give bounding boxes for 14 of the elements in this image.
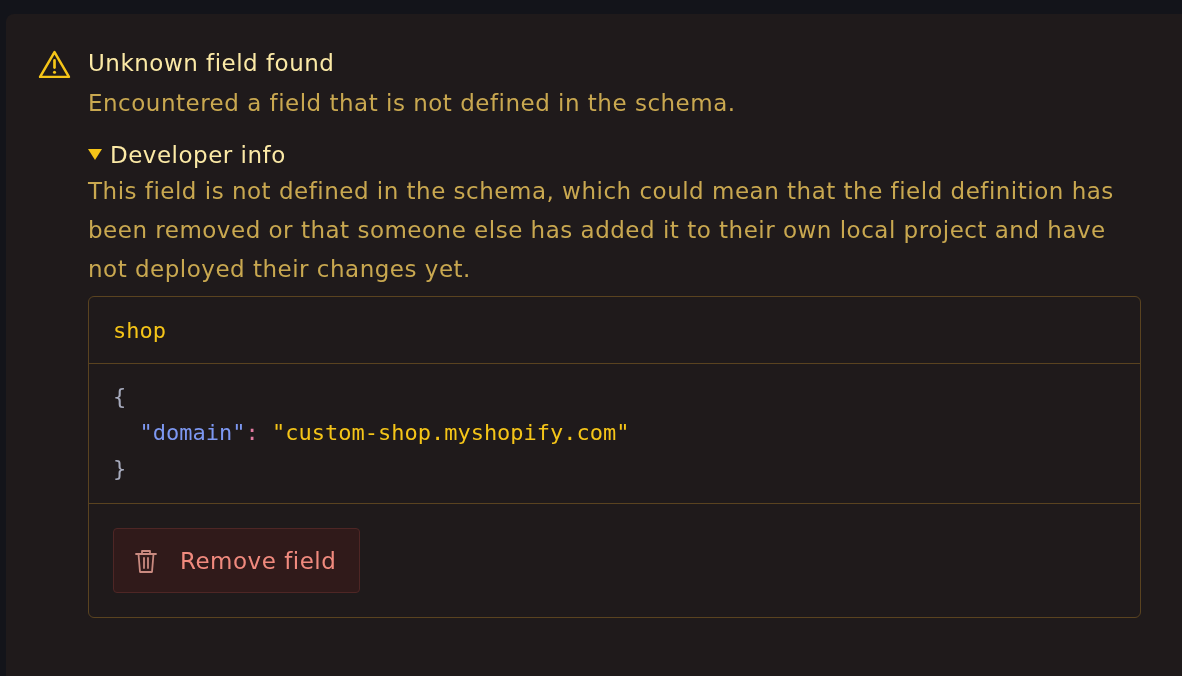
warning-icon (38, 50, 71, 79)
code-string: "custom-shop.myshopify.com" (271, 420, 630, 445)
field-name: shop (113, 317, 166, 343)
trash-icon (134, 547, 158, 574)
details-toggle[interactable]: Developer info (88, 140, 286, 170)
details-text: This field is not defined in the schema, which could mean that the field definition has been removed or that someone else has added it to their own local project and have not deployed their changes yet. (88, 177, 1115, 284)
caret-icon (88, 149, 102, 161)
alert-title: Unknown field found (88, 49, 336, 78)
code-colon: : (245, 420, 260, 445)
remove-field-button[interactable]: Remove field (113, 528, 361, 593)
code-brace: } (113, 456, 127, 481)
code-key: "domain" (139, 420, 246, 445)
alert-description: Encountered a field that is not defined in the schema. (88, 89, 737, 118)
code-brace: { (113, 384, 127, 409)
